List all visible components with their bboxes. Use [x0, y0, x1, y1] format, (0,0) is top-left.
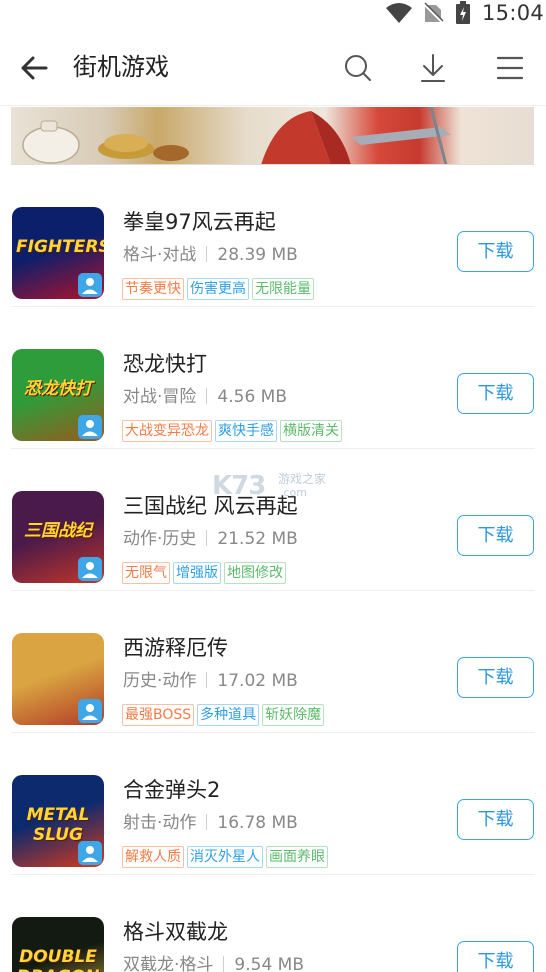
user-badge-icon	[78, 273, 102, 297]
game-tag: 解救人质	[122, 846, 184, 868]
game-tag: 无限气	[122, 562, 170, 584]
list-item[interactable]: DOUBLE DRAGON 格斗双截龙双截龙·格斗 9.54 MB 下载	[0, 875, 546, 972]
list-item[interactable]: 西游释厄传历史·动作 17.02 MB 最强BOSS 多种道具 斩妖除魔 下载	[0, 591, 546, 733]
game-icon-label: DOUBLE DRAGON	[17, 947, 100, 972]
user-badge-icon	[78, 415, 102, 439]
game-size: 28.39 MB	[217, 245, 298, 265]
game-tag: 伤害更高	[187, 278, 249, 300]
game-icon-label: 三国战纪	[24, 521, 92, 541]
game-tag: 地图修改	[224, 562, 286, 584]
meta-divider	[206, 530, 208, 546]
search-icon[interactable]	[340, 50, 376, 86]
game-tag: 增强版	[173, 562, 221, 584]
watermark-text: 游戏之家	[278, 472, 327, 486]
game-tag: 爽快手感	[215, 420, 277, 442]
user-badge-icon	[78, 557, 102, 581]
status-bar: 15:04	[0, 0, 546, 26]
game-category: 格斗·对战	[123, 245, 197, 265]
back-arrow-icon[interactable]	[16, 50, 52, 86]
game-icon[interactable]: DOUBLE DRAGON	[12, 917, 104, 972]
game-name[interactable]: 合金弹头2	[123, 775, 220, 805]
download-button[interactable]: 下载	[457, 231, 534, 272]
game-size: 17.02 MB	[217, 671, 298, 691]
game-tag: 消灭外星人	[187, 846, 263, 868]
list-item[interactable]: 恐龙快打 恐龙快打 对战·冒险 4.56 MB 大战变异恐龙 爽快手感 横版清关 下载	[0, 307, 546, 449]
game-meta: 历史·动作 17.02 MB	[123, 669, 298, 693]
game-tags: 节奏更快 伤害更高 无限能量	[122, 278, 317, 300]
game-icon[interactable]: 恐龙快打	[12, 349, 104, 441]
game-category: 动作·历史	[123, 529, 197, 549]
watermark: K73 游戏之家 .com	[212, 470, 342, 502]
meta-divider	[206, 388, 208, 404]
meta-divider	[223, 956, 225, 972]
game-tag: 斩妖除魔	[262, 704, 325, 726]
game-tags: 大战变异恐龙 爽快手感 横版清关	[122, 420, 345, 442]
game-category: 射击·动作	[123, 813, 197, 833]
meta-divider	[206, 246, 208, 262]
game-meta: 动作·历史 21.52 MB	[123, 527, 298, 551]
battery-charging-icon	[456, 1, 470, 24]
clock: 15:04	[482, 1, 545, 25]
game-icon-label: METAL SLUG	[26, 805, 90, 845]
game-icon[interactable]: FIGHTERS'97	[12, 207, 104, 299]
game-category: 双截龙·格斗	[123, 955, 214, 972]
watermark-logo: K73	[212, 471, 266, 501]
menu-icon[interactable]	[492, 50, 528, 86]
game-size: 21.52 MB	[217, 529, 298, 549]
meta-divider	[206, 814, 208, 830]
game-size: 16.78 MB	[217, 813, 298, 833]
game-tags: 最强BOSS 多种道具 斩妖除魔	[122, 704, 327, 726]
game-tag: 画面养眼	[266, 846, 328, 868]
game-tag: 无限能量	[252, 278, 314, 300]
watermark-domain: .com	[280, 486, 307, 499]
download-button[interactable]: 下载	[457, 941, 534, 972]
list-item[interactable]: FIGHTERS'97 拳皇97风云再起格斗·对战 28.39 MB 节奏更快伤害更高…	[0, 165, 546, 307]
wifi-icon	[386, 3, 412, 23]
game-tag: 最强BOSS	[122, 704, 195, 726]
game-tag: 多种道具	[197, 704, 260, 726]
game-size: 9.54 MB	[234, 955, 304, 972]
game-meta: 双截龙·格斗 9.54 MB	[123, 953, 304, 972]
meta-divider	[206, 672, 208, 688]
game-icon-label: FIGHTERS'97	[16, 237, 104, 257]
game-size: 4.56 MB	[217, 387, 287, 407]
download-button[interactable]: 下载	[457, 373, 534, 414]
page-title: 街机游戏	[73, 53, 169, 81]
download-button[interactable]: 下载	[457, 657, 534, 698]
game-icon[interactable]	[12, 633, 104, 725]
list-item[interactable]: METAL SLUG 合金弹头2 射击·动作 16.78 MB 解救人质 消灭外星人 画面养…	[0, 733, 546, 875]
user-badge-icon	[78, 699, 102, 723]
game-name[interactable]: 西游释厄传	[123, 633, 228, 663]
game-name[interactable]: 格斗双截龙	[123, 917, 228, 947]
no-sim-icon	[423, 2, 444, 23]
game-category: 对战·冒险	[123, 387, 197, 407]
game-name[interactable]: 恐龙快打	[123, 349, 207, 379]
download-button[interactable]: 下载	[457, 515, 534, 556]
game-meta: 对战·冒险 4.56 MB	[123, 385, 287, 409]
game-category: 历史·动作	[123, 671, 197, 691]
game-tag: 大战变异恐龙	[122, 420, 212, 442]
game-tag: 横版清关	[280, 420, 342, 442]
banner-image[interactable]	[11, 107, 534, 165]
game-tags: 解救人质 消灭外星人 画面养眼	[122, 846, 331, 868]
game-icon[interactable]: 三国战纪	[12, 491, 104, 583]
game-tag: 节奏更快	[122, 278, 184, 300]
game-tags: 无限气 增强版 地图修改	[122, 562, 289, 584]
game-icon[interactable]: METAL SLUG	[12, 775, 104, 867]
banner-art	[22, 107, 451, 164]
app-bar: 街机游戏	[0, 26, 546, 106]
download-icon[interactable]	[415, 50, 451, 86]
download-button[interactable]: 下载	[457, 799, 534, 840]
user-badge-icon	[78, 841, 102, 865]
game-meta: 射击·动作 16.78 MB	[123, 811, 298, 835]
game-icon-label: 恐龙快打	[24, 379, 92, 399]
game-meta: 格斗·对战 28.39 MB	[123, 243, 298, 267]
game-name[interactable]: 拳皇97风云再起	[123, 207, 276, 237]
